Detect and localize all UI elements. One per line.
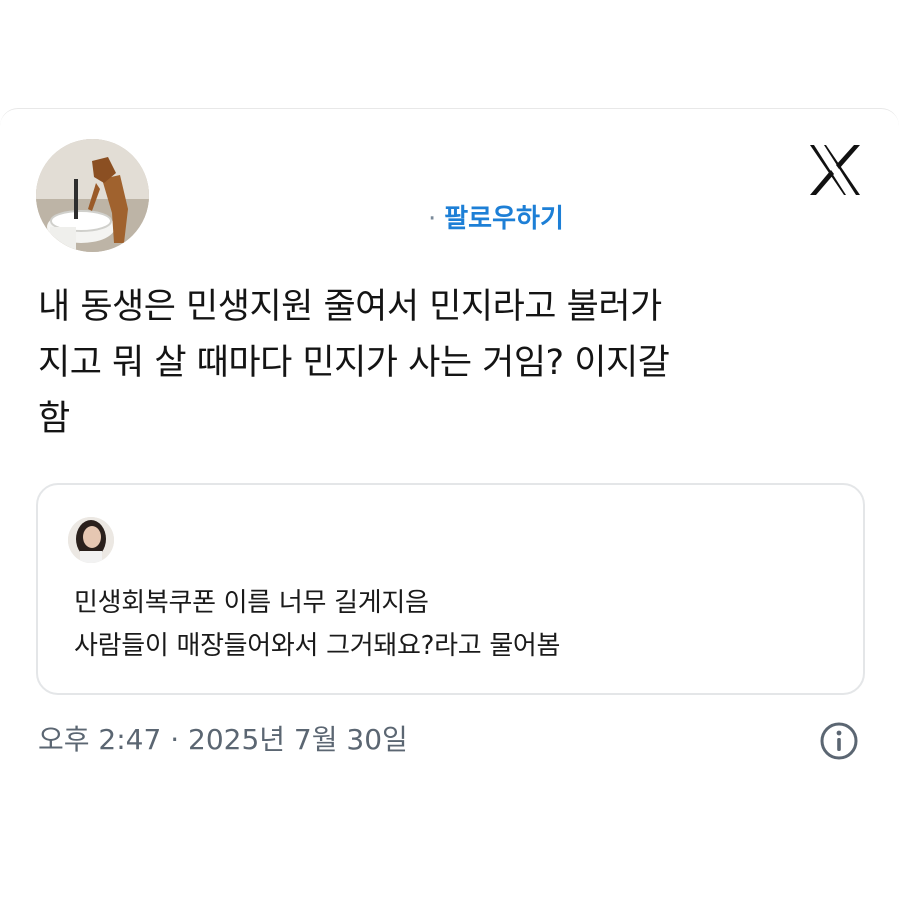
follow-button[interactable]: · 팔로우하기 bbox=[428, 199, 564, 239]
separator-dot: · bbox=[428, 204, 437, 234]
info-icon[interactable] bbox=[819, 721, 859, 761]
tweet-line: 내 동생은 민생지원 줄여서 민지라고 불러가 bbox=[38, 287, 662, 327]
dog-photo-icon bbox=[36, 139, 149, 252]
tweet-line: 지고 뭐 살 때마다 민지가 사는 거임? 이지갈 bbox=[38, 343, 670, 383]
tweet-card: · 팔로우하기 내 동생은 민생지원 줄여서 민지라고 불러가 지고 뭐 살 때마… bbox=[0, 108, 899, 808]
quoted-line: 민생회복쿠폰 이름 너무 길게지음 bbox=[74, 588, 429, 618]
tweet-line: 함 bbox=[38, 399, 70, 439]
author-avatar[interactable] bbox=[36, 139, 149, 252]
quoted-line: 사람들이 매장들어와서 그거돼요?라고 물어봄 bbox=[74, 631, 561, 661]
quoted-author-avatar[interactable] bbox=[68, 517, 114, 563]
tweet-timestamp[interactable]: 오후 2:47 · 2025년 7월 30일 bbox=[38, 720, 408, 760]
x-logo-icon[interactable] bbox=[806, 141, 864, 199]
quoted-tweet[interactable]: 민생회복쿠폰 이름 너무 길게지음 사람들이 매장들어와서 그거돼요?라고 물어… bbox=[36, 483, 865, 695]
person-photo-icon bbox=[68, 517, 114, 563]
tweet-body: 내 동생은 민생지원 줄여서 민지라고 불러가 지고 뭐 살 때마다 민지가 사… bbox=[38, 279, 868, 447]
follow-label: 팔로우하기 bbox=[444, 204, 564, 234]
